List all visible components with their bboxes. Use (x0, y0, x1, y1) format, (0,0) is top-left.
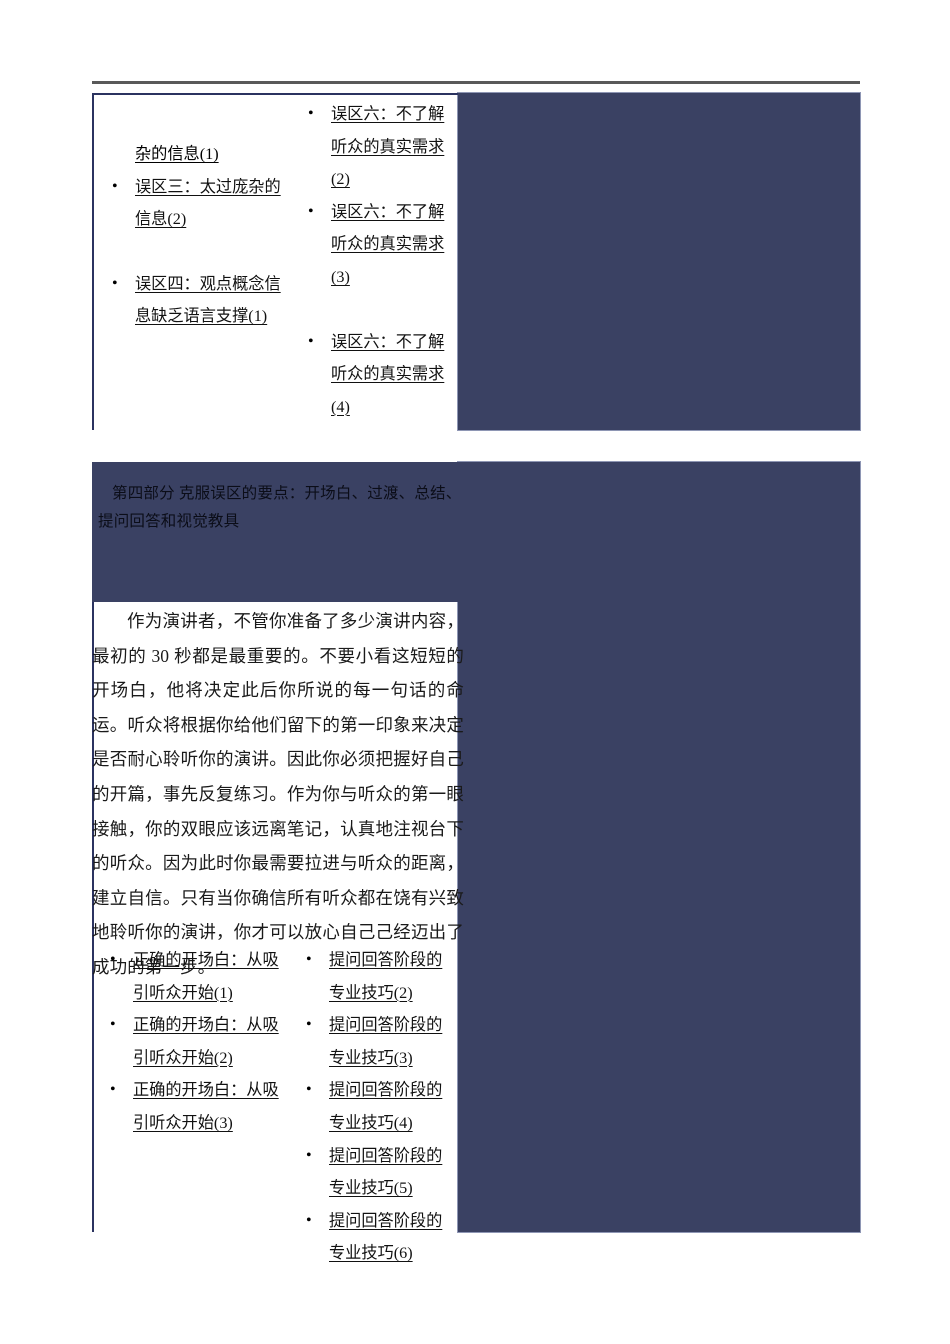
list-item[interactable]: 提问回答阶段的专业技巧(4) (288, 1074, 458, 1139)
list-item[interactable]: 误区六：不了解听众的真实需求(4) (290, 326, 460, 424)
toc-table-continued: 杂的信息(1) 误区三：太过庞杂的信息(2) 误区四：观点概念信息缺乏语言支撑(… (92, 93, 458, 430)
toc-lead-fragment: 杂的信息(1) (135, 145, 219, 163)
list-item[interactable]: 提问回答阶段的专业技巧(3) (288, 1009, 458, 1074)
toc-list-left: 误区三：太过庞杂的信息(2) 误区四：观点概念信息缺乏语言支撑(1) (94, 171, 290, 333)
section-toc-lists: 正确的开场白：从吸引听众开始(1) 正确的开场白：从吸引听众开始(2) 正确的开… (92, 944, 458, 1270)
section-body-paragraph: 作为演讲者，不管你准备了多少演讲内容，最初的 30 秒都是最重要的。不要小看这短… (92, 611, 464, 977)
list-item[interactable]: 正确的开场白：从吸引听众开始(2) (92, 1009, 288, 1074)
list-item[interactable]: 误区六：不了解听众的真实需求(2) (290, 98, 460, 196)
list-item[interactable]: 正确的开场白：从吸引听众开始(1) (92, 944, 288, 1009)
section-list-right: 提问回答阶段的专业技巧(2) 提问回答阶段的专业技巧(3) 提问回答阶段的专业技… (288, 944, 458, 1270)
section-toc-column-right: 提问回答阶段的专业技巧(2) 提问回答阶段的专业技巧(3) 提问回答阶段的专业技… (288, 944, 458, 1270)
section-heading-band: 第四部分 克服误区的要点：开场白、过渡、总结、 提问回答和视觉教具 (92, 462, 458, 602)
list-item[interactable]: 提问回答阶段的专业技巧(6) (288, 1205, 458, 1270)
toc-column-right: 误区六：不了解听众的真实需求(2) 误区六：不了解听众的真实需求(3) 误区六：… (290, 95, 460, 430)
page-top-rule (92, 81, 860, 84)
decorative-blue-panel-top (457, 92, 861, 431)
list-item[interactable]: 误区三：太过庞杂的信息(2) (94, 171, 290, 236)
section-list-left: 正确的开场白：从吸引听众开始(1) 正确的开场白：从吸引听众开始(2) 正确的开… (92, 944, 288, 1140)
list-item[interactable]: 提问回答阶段的专业技巧(2) (288, 944, 458, 1009)
toc-column-left: 杂的信息(1) 误区三：太过庞杂的信息(2) 误区四：观点概念信息缺乏语言支撑(… (94, 95, 290, 430)
list-item[interactable]: 误区六：不了解听众的真实需求(3) (290, 196, 460, 294)
decorative-blue-panel-bottom (457, 461, 861, 1233)
list-item[interactable]: 正确的开场白：从吸引听众开始(3) (92, 1074, 288, 1139)
toc-list-right: 误区六：不了解听众的真实需求(2) 误区六：不了解听众的真实需求(3) 误区六：… (290, 98, 460, 423)
section-heading-line-1: 第四部分 克服误区的要点：开场白、过渡、总结、 (112, 485, 458, 502)
list-item[interactable]: 误区四：观点概念信息缺乏语言支撑(1) (94, 268, 290, 333)
section-heading-line-2: 提问回答和视觉教具 (98, 513, 240, 530)
section-toc-column-left: 正确的开场白：从吸引听众开始(1) 正确的开场白：从吸引听众开始(2) 正确的开… (92, 944, 288, 1270)
list-item[interactable]: 提问回答阶段的专业技巧(5) (288, 1140, 458, 1205)
document-page: 杂的信息(1) 误区三：太过庞杂的信息(2) 误区四：观点概念信息缺乏语言支撑(… (0, 0, 950, 1344)
